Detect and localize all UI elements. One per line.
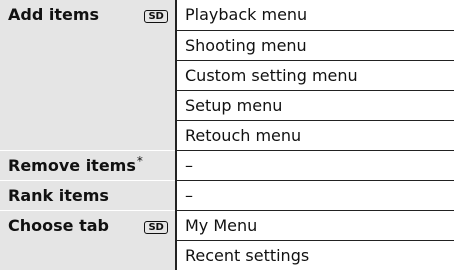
row-header-remove-items: Remove items* [0,150,175,180]
table-cell: Retouch menu [175,120,454,150]
table-row: Recent settings [0,240,454,270]
table-cell: Playback menu [175,0,454,30]
column-divider [175,0,177,270]
row-header-rank-items: Rank items [0,180,175,210]
table-cell: Custom setting menu [175,60,454,90]
table-row: Choose tab SD My Menu [0,210,454,270]
footnote-mark: * [136,153,143,168]
table-row: Custom setting menu [0,60,454,90]
cell-value: Playback menu [185,5,308,24]
cell-value: – [185,186,193,205]
table-row: Shooting menu [0,30,454,60]
table-cell: – [175,150,454,180]
table-cell: My Menu [175,210,454,240]
table-cell: Shooting menu [175,30,454,60]
row-label: Rank items [8,186,109,205]
menu-options-table: Add items SD Playback menu Shooting menu… [0,0,454,270]
cell-value: Recent settings [185,246,310,265]
table-row: Remove items* – [0,150,454,180]
row-label-text: Remove items [8,156,136,175]
table-row: Setup menu [0,90,454,120]
table-cell: Recent settings [175,240,454,270]
row-label: Remove items* [8,155,143,177]
sd-badge-icon: SD [144,10,168,23]
cell-value: My Menu [185,216,258,235]
row-label: Choose tab [8,216,109,235]
table-cell: Setup menu [175,90,454,120]
table-row: Retouch menu [0,120,454,150]
sd-badge-icon: SD [144,221,168,234]
cell-value: Custom setting menu [185,66,358,85]
cell-value: Retouch menu [185,126,302,145]
cell-value: Shooting menu [185,36,307,55]
cell-value: Setup menu [185,96,283,115]
table-row: Rank items – [0,180,454,210]
table-cell: – [175,180,454,210]
cell-value: – [185,156,193,175]
row-label: Add items [8,5,100,24]
table-row: Add items SD Playback menu [0,0,454,150]
